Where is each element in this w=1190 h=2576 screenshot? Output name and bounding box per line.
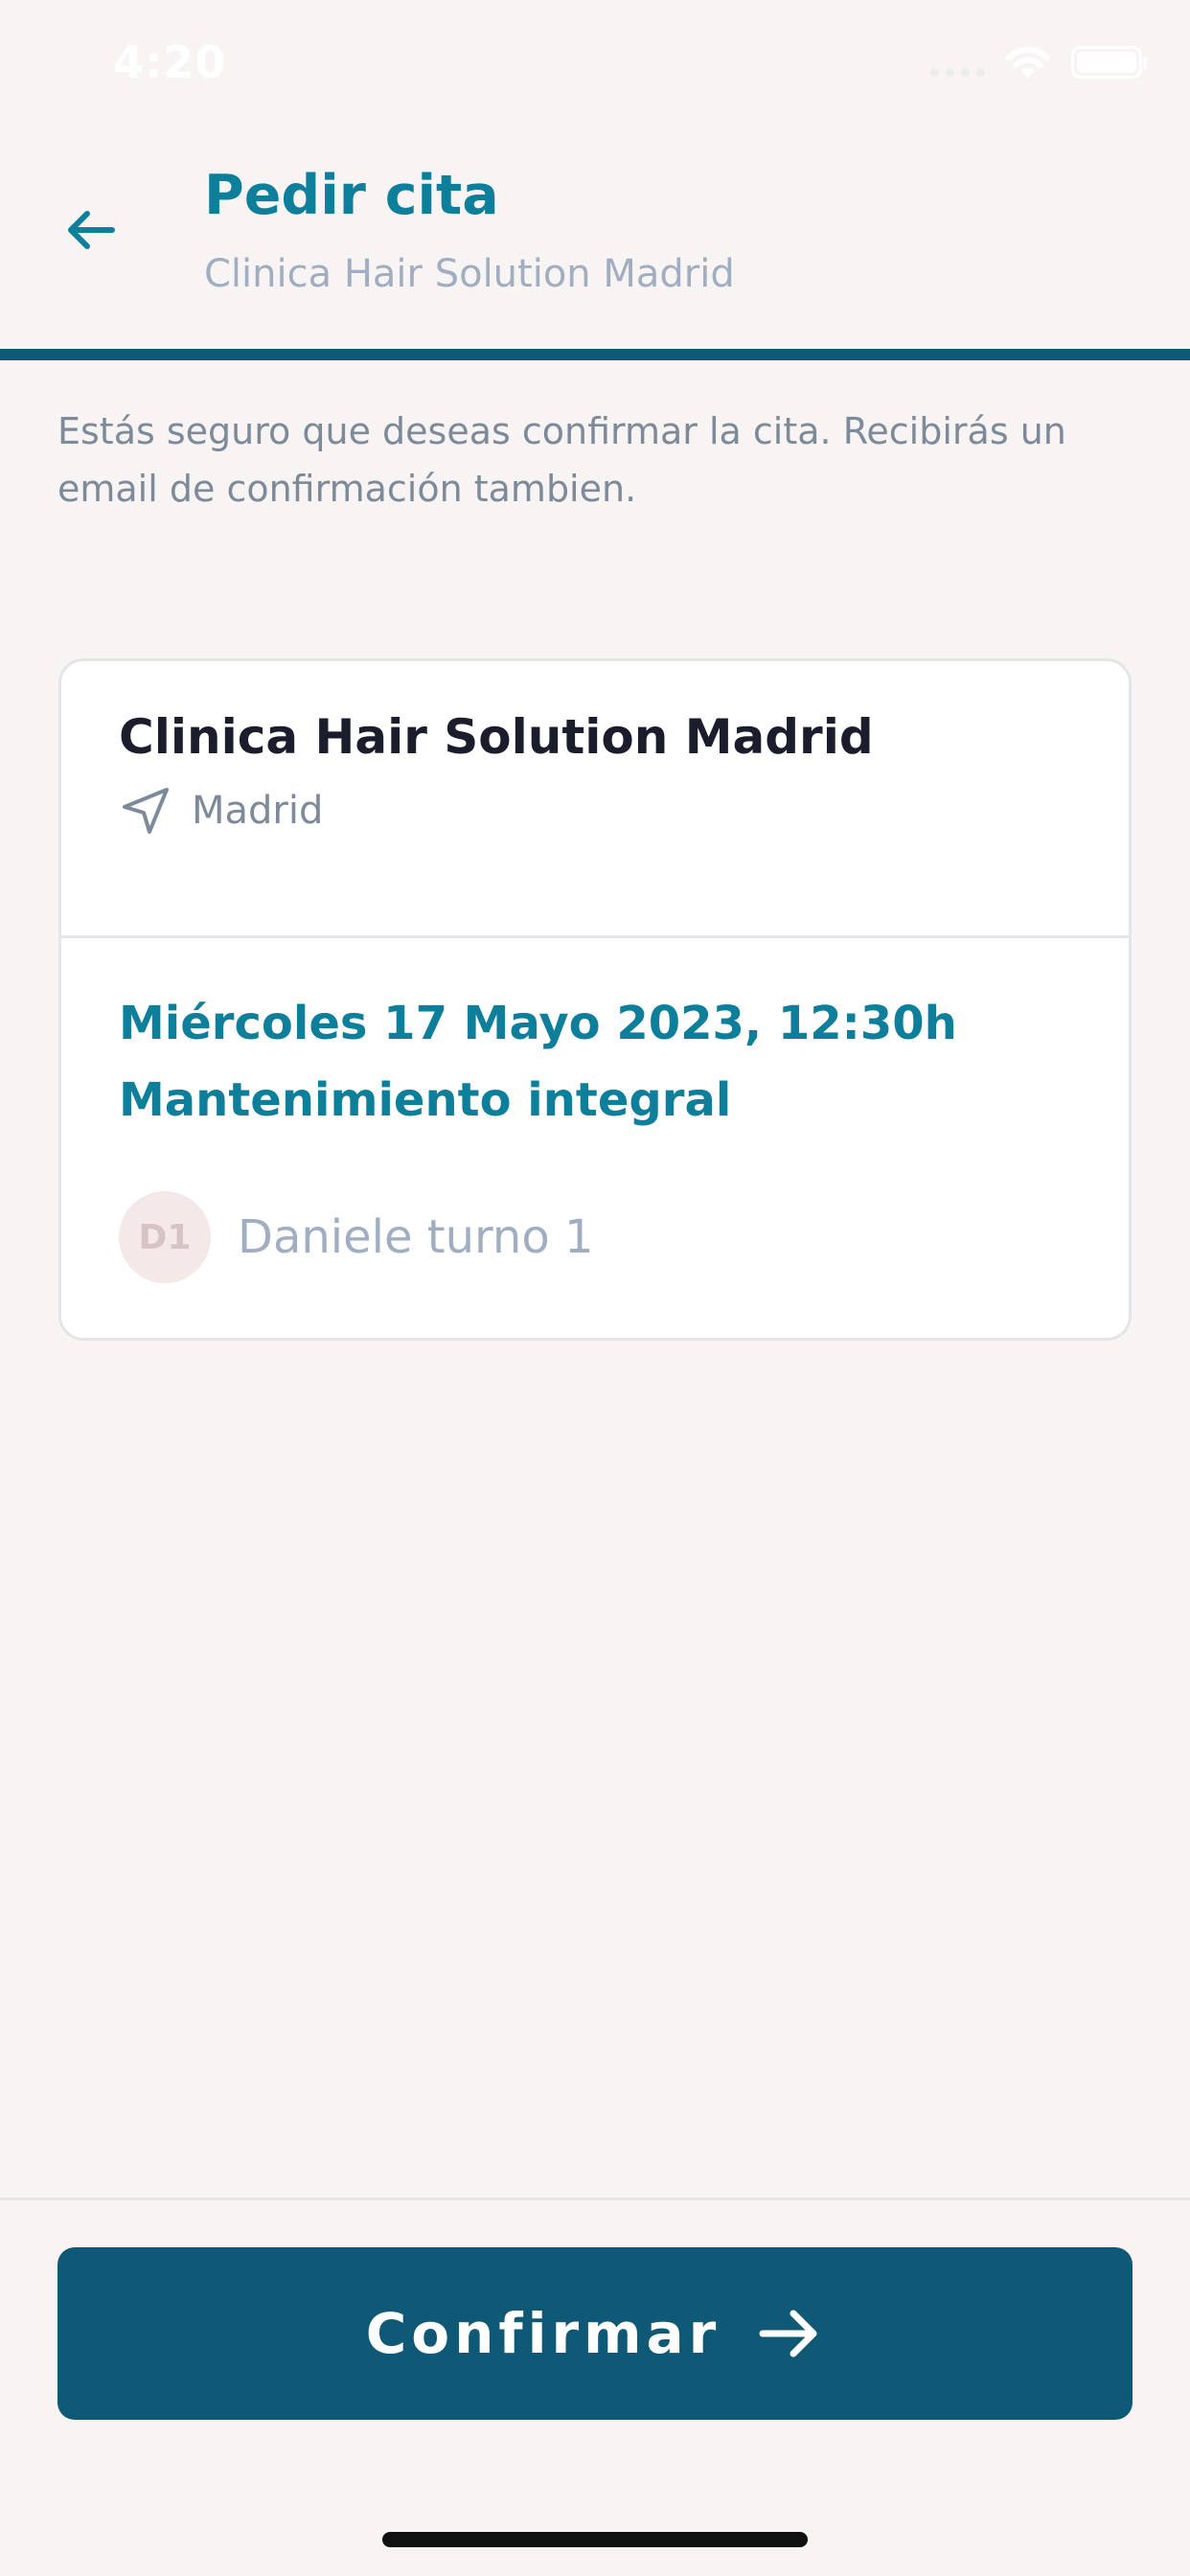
confirm-button[interactable]: Confirmar [57, 2247, 1133, 2420]
appointment-date: Miércoles 17 Mayo 2023, 12:30h [119, 997, 957, 1050]
back-button[interactable] [48, 187, 134, 273]
staff-row: D1 Daniele turno 1 [119, 1191, 594, 1283]
location-row: Madrid [119, 784, 323, 838]
status-time: 4:20 [113, 36, 227, 88]
cellular-signal-icon [930, 48, 985, 77]
appointment-service: Mantenimiento integral [119, 1073, 732, 1127]
staff-name: Daniele turno 1 [238, 1210, 594, 1264]
home-indicator[interactable] [382, 2532, 808, 2547]
clinic-name: Clinica Hair Solution Madrid [119, 709, 874, 765]
status-icons [930, 44, 1147, 80]
wifi-icon [1006, 47, 1050, 79]
arrow-left-icon [68, 211, 115, 249]
battery-icon [1071, 46, 1147, 79]
screen: 4:20 Pedir cita Clinica Hair Solution Ma… [0, 0, 1190, 2576]
navigation-arrow-icon [119, 784, 172, 838]
avatar: D1 [119, 1191, 211, 1283]
appointment-card: Clinica Hair Solution Madrid Madrid Miér… [58, 658, 1132, 1341]
clinic-section: Clinica Hair Solution Madrid Madrid [61, 661, 1129, 937]
status-bar: 4:20 [0, 0, 1190, 129]
confirmation-message: Estás seguro que deseas confirmar la cit… [57, 410, 1066, 510]
location-text: Madrid [192, 789, 324, 833]
header-divider [0, 349, 1190, 360]
page-title: Pedir cita [204, 164, 499, 227]
footer-divider [0, 2197, 1190, 2200]
card-divider [61, 935, 1129, 938]
page-subtitle: Clinica Hair Solution Madrid [204, 252, 735, 296]
arrow-right-icon [755, 2299, 824, 2368]
header: Pedir cita Clinica Hair Solution Madrid [0, 129, 1190, 350]
confirm-button-label: Confirmar [365, 2301, 721, 2366]
